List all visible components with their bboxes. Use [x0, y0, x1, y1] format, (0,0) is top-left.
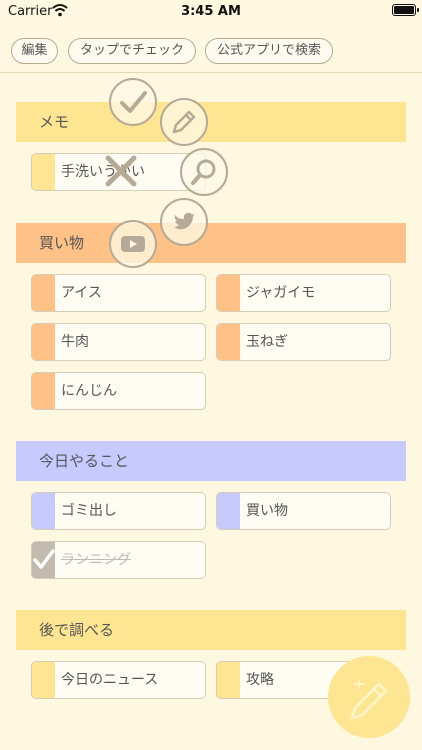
item-color-tag	[217, 324, 240, 360]
search-official-app-button[interactable]: 公式アプリで検索	[205, 38, 333, 64]
twitter-icon	[174, 212, 195, 230]
section-header-today[interactable]: 今日やること	[16, 441, 406, 481]
search-action-button[interactable]	[180, 148, 228, 196]
list-item[interactable]: 牛肉	[31, 323, 206, 361]
edit-action-button[interactable]	[160, 98, 208, 146]
check-icon	[120, 91, 147, 113]
item-color-tag	[32, 662, 55, 698]
list-item[interactable]: 買い物	[216, 492, 391, 530]
item-label: 玉ねぎ	[246, 334, 288, 350]
pencil-plus-icon	[350, 679, 388, 720]
tap-to-check-button[interactable]: タップでチェック	[68, 38, 196, 64]
item-label: アイス	[61, 285, 102, 301]
item-color-tag	[32, 542, 55, 578]
check-icon	[33, 549, 55, 569]
item-color-tag	[32, 324, 55, 360]
pencil-icon	[172, 110, 196, 134]
section-header-later[interactable]: 後で調べる	[16, 610, 406, 650]
list-item[interactable]: アイス	[31, 274, 206, 312]
item-label: 今日のニュース	[61, 672, 159, 688]
item-color-tag	[217, 662, 240, 698]
item-color-tag	[32, 275, 55, 311]
add-item-button[interactable]	[328, 656, 410, 738]
search-icon	[191, 159, 216, 185]
close-icon[interactable]	[103, 153, 139, 189]
list-item-checked[interactable]: ランニング	[31, 541, 206, 579]
list-item[interactable]: 玉ねぎ	[216, 323, 391, 361]
check-action-button[interactable]	[109, 78, 157, 126]
item-label: ランニング	[61, 552, 131, 568]
item-color-tag	[32, 373, 55, 409]
section-header-memo[interactable]: メモ	[16, 102, 406, 142]
list-item[interactable]: ゴミ出し	[31, 492, 206, 530]
item-color-tag	[217, 275, 240, 311]
edit-button[interactable]: 編集	[11, 38, 58, 64]
item-label: 攻略	[246, 672, 274, 688]
battery-icon	[392, 4, 419, 16]
clock: 3:45 AM	[181, 4, 241, 19]
list-item[interactable]: にんじん	[31, 372, 206, 410]
twitter-share-button[interactable]	[160, 198, 208, 246]
status-bar: Carrier 3:45 AM	[0, 0, 422, 26]
youtube-icon	[121, 236, 145, 252]
list-item[interactable]: 今日のニュース	[31, 661, 206, 699]
item-color-tag	[217, 493, 240, 529]
toolbar: 編集 タップでチェック 公式アプリで検索	[0, 32, 422, 73]
section-header-shopping[interactable]: 買い物	[16, 223, 406, 263]
item-label: ゴミ出し	[61, 503, 117, 519]
list-item[interactable]: ジャガイモ	[216, 274, 391, 312]
item-label: にんじん	[61, 383, 117, 399]
item-label: 買い物	[246, 503, 288, 519]
item-label: ジャガイモ	[246, 285, 316, 301]
item-label: 牛肉	[61, 334, 89, 350]
youtube-search-button[interactable]	[109, 220, 157, 268]
item-color-tag	[32, 154, 55, 190]
item-color-tag	[32, 493, 55, 529]
